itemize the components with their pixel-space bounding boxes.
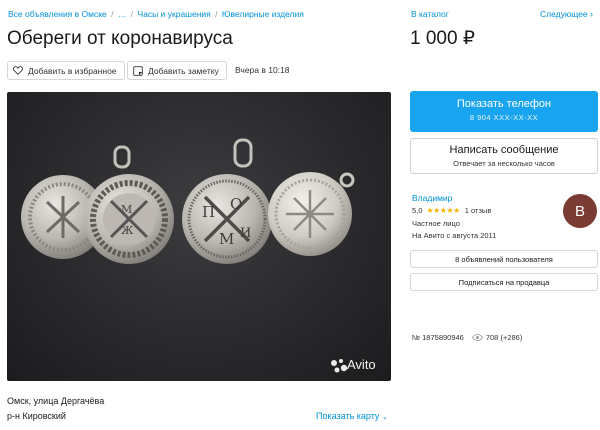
show-map-link[interactable]: Показать карту ⌄ — [316, 411, 388, 421]
eye-icon — [471, 334, 483, 341]
seller-type: Частное лицо — [412, 219, 460, 228]
svg-text:П: П — [202, 203, 215, 221]
add-to-favorites-button[interactable]: Добавить в избранное — [7, 61, 125, 80]
next-ad-label: Следующее — [540, 9, 588, 19]
ad-meta: № 1875890946 708 (+286) — [412, 333, 522, 342]
breadcrumb-separator: / — [130, 9, 134, 19]
add-note-button[interactable]: Добавить заметку — [127, 61, 227, 80]
show-phone-label: Показать телефон — [456, 98, 552, 110]
svg-text:И: И — [240, 226, 251, 241]
photo-watermark-text: Avito — [347, 357, 376, 372]
seller-since: На Авито с августа 2011 — [412, 231, 497, 240]
price: 1 000 ₽ — [410, 28, 475, 49]
next-ad-link[interactable]: Следующее › — [540, 9, 593, 19]
note-label: Добавить заметку — [148, 65, 219, 76]
listing-photo[interactable]: М Ж П О М И Avito — [7, 92, 391, 381]
chevron-right-icon: › — [589, 9, 593, 19]
breadcrumb-item-watches-jewelry[interactable]: Часы и украшения — [138, 9, 211, 19]
rating-stars-icon: ★★★★★ — [426, 206, 460, 215]
page-title: Обереги от коронавируса — [7, 28, 233, 49]
breadcrumb-separator: / — [215, 9, 218, 19]
breadcrumb-item-all-ads[interactable]: Все объявления в Омске — [8, 9, 107, 19]
masked-phone-number: 8 904 XXX-XX-XX — [469, 113, 539, 122]
seller-avatar[interactable]: В — [563, 194, 597, 228]
view-count: 708 (+286) — [485, 333, 523, 342]
write-message-button[interactable]: Написать сообщение Отвечает за несколько… — [410, 138, 598, 174]
breadcrumb-item-jewelry[interactable]: Ювелирные изделия — [222, 9, 304, 19]
svg-text:М: М — [219, 230, 234, 248]
seller-name-link[interactable]: Владимир — [412, 193, 452, 203]
avito-watermark — [331, 359, 348, 373]
breadcrumb-separator: / — [111, 9, 114, 19]
svg-text:М: М — [121, 203, 132, 216]
amulets-image: М Ж П О М И — [21, 138, 355, 373]
rating-value: 5,0 — [412, 206, 423, 215]
svg-text:О: О — [230, 195, 242, 213]
reviews-link[interactable]: 1 отзыв — [465, 206, 492, 215]
write-message-label: Написать сообщение — [449, 144, 559, 156]
address-line-1: Омск, улица Дергачёва — [7, 396, 105, 406]
breadcrumb: Все объявления в Омске / … / Часы и укра… — [8, 9, 304, 19]
heart-icon — [13, 66, 23, 75]
svg-text:Ж: Ж — [121, 224, 134, 237]
posted-date: Вчера в 10:18 — [235, 65, 290, 75]
show-phone-button[interactable]: Показать телефон 8 904 XXX-XX-XX — [410, 91, 598, 132]
breadcrumb-item-ellipsis[interactable]: … — [118, 9, 127, 19]
favorites-label: Добавить в избранное — [28, 65, 117, 76]
seller-ads-button[interactable]: 8 объявлений пользователя — [410, 250, 598, 268]
seller-rating: 5,0 ★★★★★ 1 отзыв — [412, 206, 491, 215]
show-map-label: Показать карту — [316, 411, 380, 421]
ad-number: № 1875890946 — [412, 333, 464, 342]
chevron-down-icon: ⌄ — [381, 414, 388, 421]
note-icon — [133, 65, 143, 76]
address-district: р-н Кировский — [7, 411, 66, 421]
catalog-link[interactable]: В каталог — [411, 9, 449, 19]
response-time: Отвечает за несколько часов — [453, 159, 555, 168]
subscribe-seller-button[interactable]: Подписаться на продавца — [410, 273, 598, 291]
